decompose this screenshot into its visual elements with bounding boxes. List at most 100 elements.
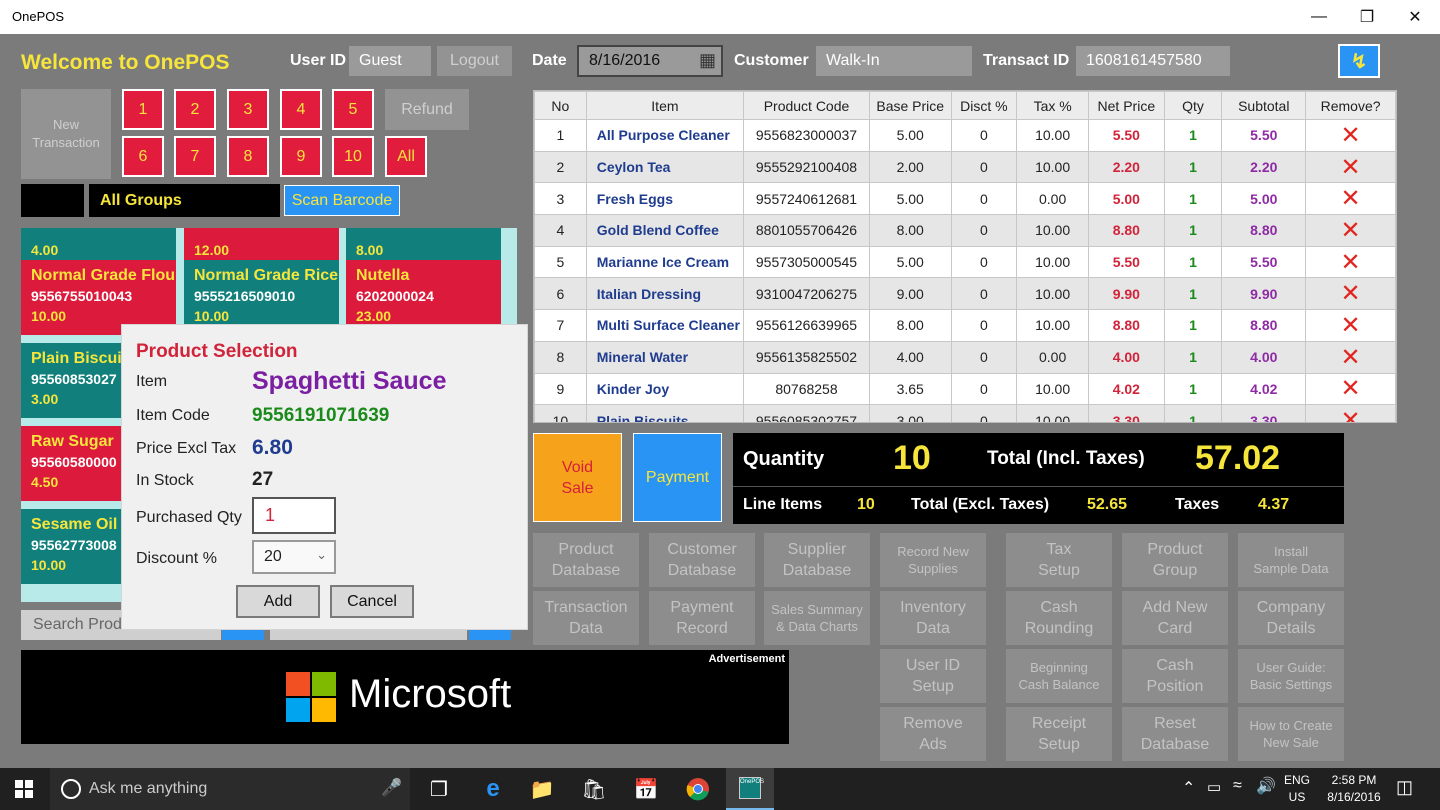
number-button-10[interactable]: 10 bbox=[332, 136, 374, 177]
column-header[interactable]: Remove? bbox=[1305, 91, 1396, 120]
table-row[interactable]: 1 All Purpose Cleaner 9556823000037 5.00 0 10… bbox=[534, 119, 1396, 152]
function-button[interactable]: User ID Setup bbox=[880, 649, 986, 703]
table-row[interactable]: 3 Fresh Eggs 9557240612681 5.00 0 0.00 5.00 1 5.… bbox=[534, 182, 1396, 216]
remove-icon[interactable]: ✕ bbox=[1305, 214, 1396, 247]
function-button[interactable]: User Guide: Basic Settings bbox=[1238, 649, 1344, 703]
add-button[interactable]: Add bbox=[236, 585, 320, 618]
close-icon[interactable]: ✕ bbox=[1392, 0, 1438, 34]
all-groups-selector[interactable]: All Groups bbox=[89, 184, 280, 217]
advertisement-banner[interactable]: Advertisement Microsoft bbox=[21, 650, 789, 744]
customer-field[interactable]: Walk-In bbox=[816, 46, 972, 76]
number-button-3[interactable]: 3 bbox=[227, 89, 269, 130]
refund-button[interactable]: Refund bbox=[385, 89, 469, 130]
user-id-field[interactable]: Guest bbox=[349, 46, 431, 76]
remove-icon[interactable]: ✕ bbox=[1305, 182, 1396, 216]
function-button[interactable]: Add New Card bbox=[1122, 591, 1228, 645]
calendar-app-icon[interactable]: 📅 bbox=[622, 768, 670, 810]
store-icon[interactable]: 🛍 bbox=[570, 768, 618, 810]
remove-icon[interactable]: ✕ bbox=[1305, 404, 1396, 422]
logout-button[interactable]: Logout bbox=[437, 46, 512, 76]
remove-icon[interactable]: ✕ bbox=[1305, 309, 1396, 342]
cancel-button[interactable]: Cancel bbox=[330, 585, 414, 618]
function-button[interactable]: Supplier Database bbox=[764, 533, 870, 587]
function-button[interactable]: Install Sample Data bbox=[1238, 533, 1344, 587]
purchased-qty-input[interactable]: 1 bbox=[252, 497, 336, 534]
function-button[interactable]: Company Details bbox=[1238, 591, 1344, 645]
number-button-9[interactable]: 9 bbox=[280, 136, 322, 177]
function-button[interactable]: Payment Record bbox=[649, 591, 755, 645]
show-hidden-icons-icon[interactable]: ⌃ bbox=[1182, 778, 1195, 798]
cortana-search-box[interactable]: Ask me anything 🎤 bbox=[50, 768, 410, 810]
new-transaction-button[interactable]: New Transaction bbox=[21, 89, 111, 179]
column-header[interactable]: Product Code bbox=[743, 91, 870, 120]
function-button[interactable]: Product Database bbox=[533, 533, 639, 587]
table-row[interactable]: 4 Gold Blend Coffee 8801055706426 8.00 0 10.0… bbox=[534, 214, 1396, 247]
language-indicator[interactable]: ENG US bbox=[1284, 772, 1310, 806]
number-button-7[interactable]: 7 bbox=[174, 136, 216, 177]
function-button[interactable]: Remove Ads bbox=[880, 707, 986, 761]
table-row[interactable]: 5 Marianne Ice Cream 9557305000545 5.00 0 10.… bbox=[534, 245, 1396, 279]
function-button[interactable]: Cash Position bbox=[1122, 649, 1228, 703]
share-icon[interactable]: ↯ bbox=[1338, 44, 1380, 78]
remove-icon[interactable]: ✕ bbox=[1305, 372, 1396, 406]
clock[interactable]: 2:58 PM 8/16/2016 bbox=[1316, 772, 1392, 806]
remove-icon[interactable]: ✕ bbox=[1305, 277, 1396, 311]
table-row[interactable]: 6 Italian Dressing 9310047206275 9.00 0 10.00… bbox=[534, 277, 1396, 311]
table-row[interactable]: 8 Mineral Water 9556135825502 4.00 0 0.00 4.00… bbox=[534, 340, 1396, 374]
remove-icon[interactable]: ✕ bbox=[1305, 150, 1396, 184]
column-header[interactable]: Qty bbox=[1163, 91, 1223, 120]
column-header[interactable]: Disct % bbox=[950, 91, 1018, 120]
battery-icon[interactable]: ▭ bbox=[1207, 778, 1221, 796]
function-button[interactable]: Sales Summary & Data Charts bbox=[764, 591, 870, 645]
void-sale-button[interactable]: Void Sale bbox=[533, 433, 622, 522]
column-header[interactable]: No bbox=[534, 91, 587, 120]
function-button[interactable]: Product Group bbox=[1122, 533, 1228, 587]
microphone-icon[interactable]: 🎤 bbox=[381, 778, 402, 798]
minimize-icon[interactable]: — bbox=[1296, 0, 1342, 34]
file-explorer-icon[interactable]: 📁 bbox=[518, 768, 566, 810]
function-button[interactable]: Tax Setup bbox=[1006, 533, 1112, 587]
scan-barcode-button[interactable]: Scan Barcode bbox=[284, 185, 400, 216]
function-button[interactable]: Beginning Cash Balance bbox=[1006, 649, 1112, 703]
edge-icon[interactable]: e bbox=[469, 768, 517, 810]
chrome-icon[interactable] bbox=[674, 768, 722, 810]
column-header[interactable]: Tax % bbox=[1016, 91, 1089, 120]
restore-icon[interactable]: ❐ bbox=[1344, 0, 1390, 34]
onepos-taskbar-icon[interactable]: OnePOS bbox=[726, 768, 774, 810]
function-button[interactable]: Record New Supplies bbox=[880, 533, 986, 587]
function-button[interactable]: Inventory Data bbox=[880, 591, 986, 645]
number-button-6[interactable]: 6 bbox=[122, 136, 164, 177]
task-view-icon[interactable]: ❐ bbox=[415, 768, 463, 810]
column-header[interactable]: Net Price bbox=[1087, 91, 1165, 120]
number-button-all[interactable]: All bbox=[385, 136, 427, 177]
column-header[interactable]: Base Price bbox=[868, 91, 952, 120]
function-button[interactable]: Reset Database bbox=[1122, 707, 1228, 761]
function-button[interactable]: How to Create New Sale bbox=[1238, 707, 1344, 761]
table-row[interactable]: 10 Plain Biscuits 9556085302757 3.00 0 10.00 3… bbox=[534, 404, 1396, 422]
discount-select[interactable]: 20 ⌄ bbox=[252, 540, 336, 574]
transact-id-field[interactable]: 1608161457580 bbox=[1076, 46, 1230, 76]
number-button-8[interactable]: 8 bbox=[227, 136, 269, 177]
table-row[interactable]: 9 Kinder Joy 80768258 3.65 0 10.00 4.02 1 4.02 ✕ bbox=[534, 372, 1396, 406]
payment-button[interactable]: Payment bbox=[633, 433, 722, 522]
column-header[interactable]: Item bbox=[585, 91, 745, 120]
remove-icon[interactable]: ✕ bbox=[1305, 119, 1396, 152]
number-button-5[interactable]: 5 bbox=[332, 89, 374, 130]
table-row[interactable]: 7 Multi Surface Cleaner 9556126639965 8.00 0… bbox=[534, 309, 1396, 342]
wifi-icon[interactable]: ≈ bbox=[1233, 777, 1242, 795]
start-windows-icon[interactable] bbox=[0, 768, 48, 810]
remove-icon[interactable]: ✕ bbox=[1305, 245, 1396, 279]
number-button-2[interactable]: 2 bbox=[174, 89, 216, 130]
column-header[interactable]: Subtotal bbox=[1221, 91, 1307, 120]
action-center-icon[interactable]: ◫ bbox=[1396, 777, 1413, 798]
number-button-4[interactable]: 4 bbox=[280, 89, 322, 130]
number-button-1[interactable]: 1 bbox=[122, 89, 164, 130]
function-button[interactable]: Transaction Data bbox=[533, 591, 639, 645]
function-button[interactable]: Cash Rounding bbox=[1006, 591, 1112, 645]
calendar-icon[interactable]: ▦ bbox=[699, 50, 716, 71]
date-picker[interactable]: 8/16/2016 ▦ bbox=[577, 45, 723, 77]
volume-icon[interactable]: 🔊 bbox=[1256, 776, 1276, 796]
table-row[interactable]: 2 Ceylon Tea 9555292100408 2.00 0 10.00 2.20 1 2… bbox=[534, 150, 1396, 184]
remove-icon[interactable]: ✕ bbox=[1305, 340, 1396, 374]
function-button[interactable]: Customer Database bbox=[649, 533, 755, 587]
